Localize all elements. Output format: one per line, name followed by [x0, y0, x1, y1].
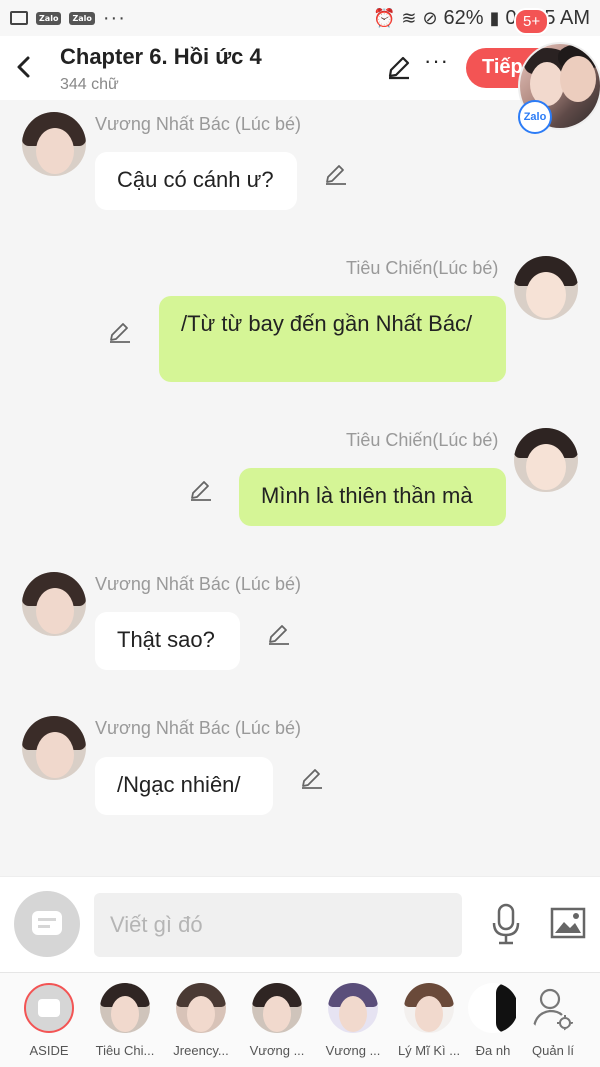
- avatar-vuong-nhat-bac[interactable]: [22, 716, 86, 780]
- sender-name: Tiêu Chiến(Lúc bé): [346, 258, 499, 278]
- message-bubble[interactable]: Cậu có cánh ư?: [95, 152, 297, 210]
- message-bubble[interactable]: Mình là thiên thần mà: [239, 468, 506, 526]
- message-bubble[interactable]: /Ngạc nhiên/: [95, 757, 273, 815]
- aside-toggle-button[interactable]: [14, 891, 80, 957]
- manage-characters-button[interactable]: Quản lí: [516, 983, 590, 1058]
- character-da-nh[interactable]: Đa nh: [468, 983, 518, 1058]
- more-options-button[interactable]: ···: [424, 48, 449, 74]
- zalo-icon: Zalo: [36, 11, 62, 25]
- battery-icon: ▮: [489, 7, 500, 29]
- pencil-icon[interactable]: [108, 320, 132, 344]
- chapter-header: Chapter 6. Hồi ức 4 344 chữ ··· Tiếp: [0, 36, 600, 100]
- battery-percent: 62%: [443, 6, 484, 29]
- character-jreency[interactable]: Jreency...: [164, 983, 238, 1058]
- pencil-icon: [388, 56, 410, 80]
- status-bar: Zalo Zalo ··· ⏰ ≋ ⊘ 62% ▮ 08:15 AM: [0, 0, 600, 36]
- more-notifications-icon: ···: [102, 6, 126, 29]
- back-button[interactable]: [12, 52, 36, 82]
- character-ly-mi-ki[interactable]: Lý Mĩ Kì ...: [392, 983, 466, 1058]
- message-icon: [24, 983, 74, 1033]
- alarm-icon: ⏰: [372, 7, 396, 29]
- sender-name: Vương Nhất Bác (Lúc bé): [95, 574, 301, 594]
- sender-name: Vương Nhất Bác (Lúc bé): [95, 114, 301, 134]
- chat-area[interactable]: Vương Nhất Bác (Lúc bé) Cậu có cánh ư? T…: [0, 100, 600, 876]
- edit-chapter-button[interactable]: [386, 54, 412, 80]
- chapter-title: Chapter 6. Hồi ức 4: [60, 44, 262, 69]
- avatar: [100, 983, 150, 1033]
- message-bubble[interactable]: /Từ từ bay đến gần Nhất Bác/: [159, 296, 506, 382]
- avatar: [252, 983, 302, 1033]
- avatar-vuong-nhat-bac[interactable]: [22, 572, 86, 636]
- avatar: [176, 983, 226, 1033]
- avatar-vuong-nhat-bac[interactable]: [22, 112, 86, 176]
- message-bubble[interactable]: Thật sao?: [95, 612, 240, 670]
- sender-name: Vương Nhất Bác (Lúc bé): [95, 718, 301, 738]
- avatar-tieu-chien[interactable]: [514, 256, 578, 320]
- avatar: [404, 983, 454, 1033]
- character-bar: ASIDE Tiêu Chi... Jreency... Vương ... V…: [0, 972, 600, 1067]
- pencil-icon[interactable]: [267, 622, 291, 646]
- message-icon: [32, 911, 62, 935]
- message-input[interactable]: [94, 893, 462, 957]
- image-icon: [10, 11, 28, 25]
- microphone-icon[interactable]: [490, 903, 522, 945]
- wifi-icon: ≋: [401, 7, 417, 29]
- sender-name: Tiêu Chiến(Lúc bé): [346, 430, 499, 450]
- notification-badge: 5+: [514, 8, 550, 35]
- chevron-left-icon: [17, 56, 30, 78]
- pencil-icon[interactable]: [324, 162, 348, 186]
- system-icons: ⏰ ≋ ⊘ 62% ▮ 08:15 AM: [373, 7, 590, 30]
- character-aside[interactable]: ASIDE: [12, 983, 86, 1058]
- avatar: [328, 983, 378, 1033]
- word-count: 344 chữ: [60, 76, 119, 93]
- image-icon[interactable]: [550, 907, 586, 939]
- character-vuong-1[interactable]: Vương ...: [240, 983, 314, 1058]
- character-tieu-chien[interactable]: Tiêu Chi...: [88, 983, 162, 1058]
- notification-icons: Zalo Zalo ···: [10, 7, 126, 30]
- zalo-badge-icon: Zalo: [518, 100, 552, 134]
- pencil-icon[interactable]: [189, 478, 213, 502]
- avatar: [468, 983, 518, 1033]
- compose-bar: [0, 876, 600, 972]
- avatar-tieu-chien[interactable]: [514, 428, 578, 492]
- zalo-icon: Zalo: [69, 11, 95, 25]
- user-settings-icon: [528, 983, 578, 1033]
- no-signal-icon: ⊘: [422, 7, 438, 29]
- character-vuong-2[interactable]: Vương ...: [316, 983, 390, 1058]
- pencil-icon[interactable]: [300, 766, 324, 790]
